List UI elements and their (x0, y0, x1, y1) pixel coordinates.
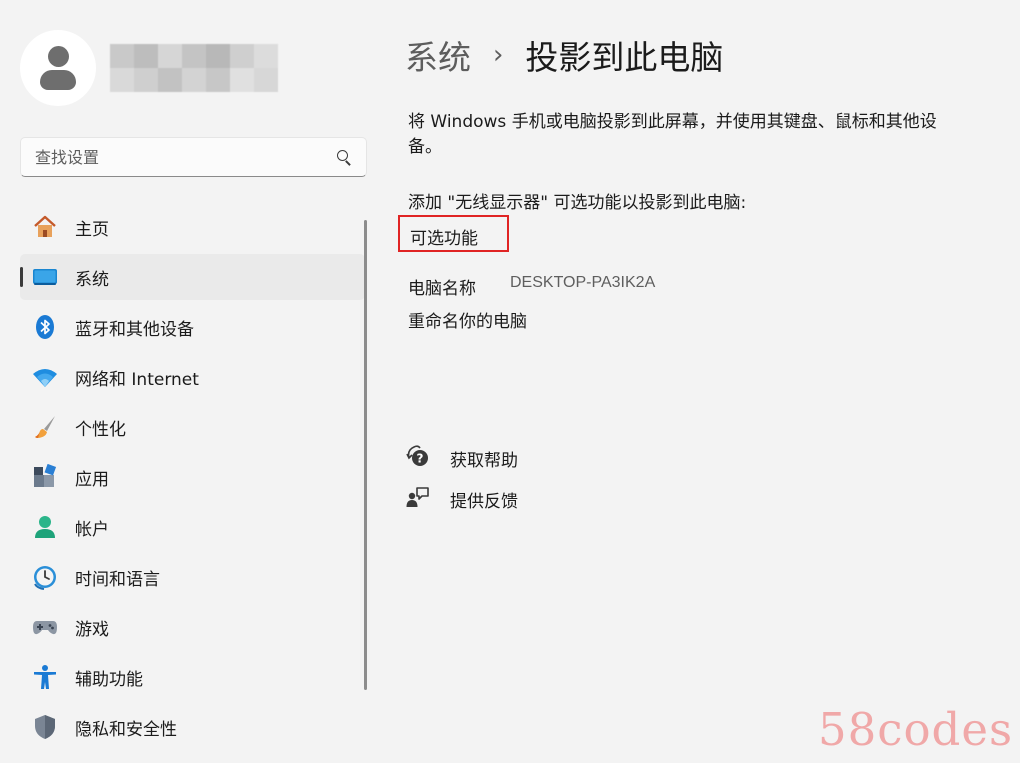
person-icon (40, 46, 76, 90)
sidebar-item-accounts[interactable]: 帐户 (20, 504, 365, 550)
sidebar-item-label: 时间和语言 (75, 569, 160, 590)
sidebar-item-apps[interactable]: 应用 (20, 454, 365, 500)
sidebar-item-time-language[interactable]: 时间和语言 (20, 554, 365, 600)
sidebar-item-label: 游戏 (75, 619, 109, 640)
pc-name-label: 电脑名称 (408, 279, 476, 299)
sidebar-scrollbar[interactable] (364, 220, 367, 690)
page-title: 投影到此电脑 (525, 38, 724, 77)
sidebar-item-label: 应用 (75, 469, 109, 490)
user-name-blurred (110, 44, 278, 92)
breadcrumb-parent-system[interactable]: 系统 (405, 31, 471, 79)
time-language-icon (32, 564, 58, 590)
sidebar-item-personalization[interactable]: 个性化 (20, 404, 365, 450)
feedback-icon (406, 485, 430, 513)
sidebar-item-label: 辅助功能 (75, 669, 143, 690)
paintbrush-icon (32, 414, 58, 440)
system-display-icon (32, 264, 58, 290)
help-icon: ? (406, 444, 430, 472)
sidebar-item-home[interactable]: 主页 (20, 204, 365, 250)
sidebar-item-label: 隐私和安全性 (75, 719, 177, 740)
sidebar-item-label: 网络和 Internet (75, 369, 199, 390)
search-box[interactable] (20, 137, 367, 177)
search-icon[interactable] (336, 149, 352, 165)
sidebar-item-system[interactable]: 系统 (20, 254, 365, 300)
sidebar-item-privacy[interactable]: 隐私和安全性 (20, 704, 365, 750)
breadcrumb: 系统 › 投影到此电脑 (405, 30, 723, 80)
home-icon (32, 214, 58, 240)
apps-icon (32, 464, 58, 490)
chevron-right-icon: › (493, 40, 504, 70)
sidebar-item-label: 个性化 (75, 419, 126, 440)
sidebar-nav: 主页 系统 蓝牙和其他设备 网络和 Internet 个性化 应用 帐户 时间和… (20, 204, 365, 754)
sidebar-item-gaming[interactable]: 游戏 (20, 604, 365, 650)
gamepad-icon (32, 614, 58, 640)
sidebar-item-label: 主页 (75, 219, 109, 240)
get-help-link[interactable]: ? 获取帮助 (406, 444, 518, 472)
page-description: 将 Windows 手机或电脑投影到此屏幕，并使用其键盘、鼠标和其他设备。 (408, 112, 937, 157)
sidebar-item-label: 帐户 (75, 519, 109, 540)
give-feedback-label: 提供反馈 (450, 491, 518, 512)
svg-text:?: ? (417, 452, 424, 466)
sidebar-item-label: 蓝牙和其他设备 (75, 319, 194, 340)
rename-pc-link[interactable]: 重命名你的电脑 (408, 307, 527, 332)
shield-icon (32, 714, 58, 740)
watermark: 58codes (818, 703, 1014, 756)
sidebar-item-bluetooth[interactable]: 蓝牙和其他设备 (20, 304, 365, 350)
pc-name-value: DESKTOP-PA3IK2A (510, 274, 656, 291)
sidebar-item-accessibility[interactable]: 辅助功能 (20, 654, 365, 700)
search-input[interactable] (35, 138, 336, 176)
give-feedback-link[interactable]: 提供反馈 (406, 485, 518, 513)
bluetooth-icon (32, 314, 58, 340)
account-icon (32, 514, 58, 540)
add-wireless-display-text: 添加 "无线显示器" 可选功能以投影到此电脑: (408, 193, 747, 213)
get-help-label: 获取帮助 (450, 450, 518, 471)
optional-features-link[interactable]: 可选功能 (410, 224, 478, 249)
user-avatar[interactable] (20, 30, 96, 106)
sidebar-item-label: 系统 (75, 269, 109, 290)
wifi-icon (32, 364, 58, 390)
accessibility-icon (32, 664, 58, 690)
sidebar-item-network[interactable]: 网络和 Internet (20, 354, 365, 400)
